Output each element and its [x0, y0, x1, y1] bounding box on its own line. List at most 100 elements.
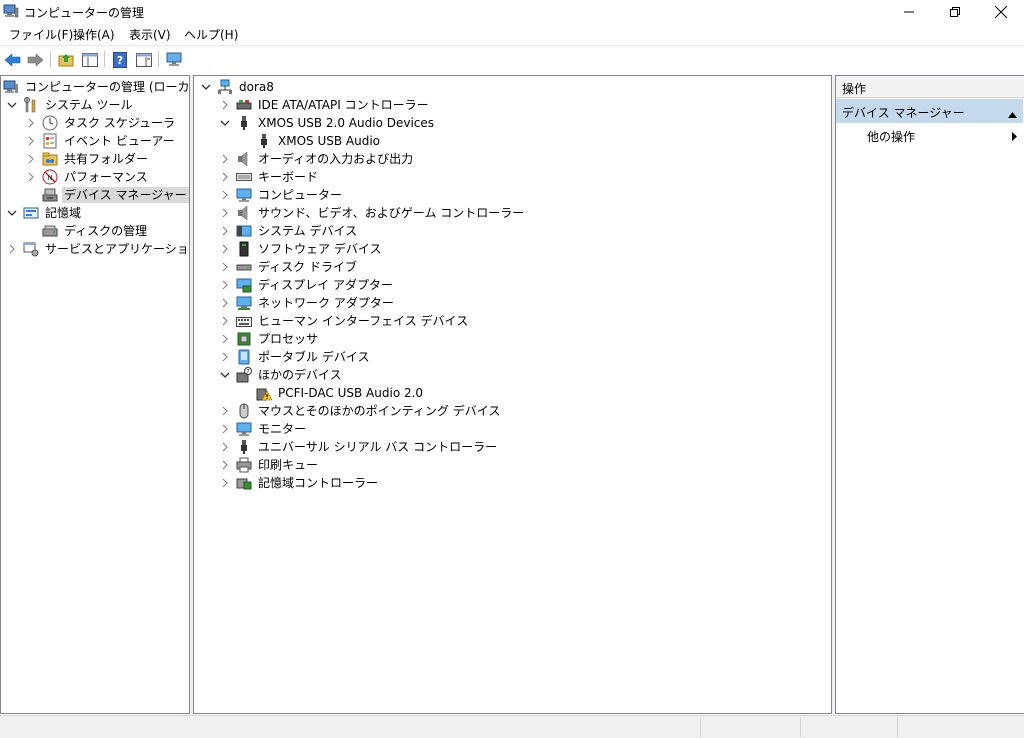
device-category[interactable]: ? ほかのデバイス — [219, 366, 344, 384]
chevron-down-icon[interactable] — [200, 81, 212, 93]
chevron-right-icon[interactable] — [219, 441, 231, 453]
chevron-right-icon[interactable] — [219, 333, 231, 345]
disk-drive-icon — [236, 259, 252, 275]
chevron-right-icon[interactable] — [219, 153, 231, 165]
chevron-right-icon[interactable] — [219, 99, 231, 111]
tree-item-computer-root[interactable]: dora8 — [200, 78, 276, 96]
chevron-right-icon[interactable] — [219, 477, 231, 489]
device-category[interactable]: IDE ATA/ATAPI コントローラー — [219, 96, 431, 114]
tree-item-event-viewer[interactable]: イベント ビューアー — [25, 132, 177, 150]
device-category[interactable]: ヒューマン インターフェイス デバイス — [219, 312, 470, 330]
usb-device-icon — [236, 439, 252, 455]
speaker-icon — [236, 205, 252, 221]
tree-label: PCFI-DAC USB Audio 2.0 — [278, 386, 424, 400]
portable-device-icon — [236, 349, 252, 365]
restore-button[interactable] — [932, 0, 978, 24]
tree-label: キーボード — [258, 170, 319, 184]
chevron-right-icon[interactable] — [25, 153, 37, 165]
chevron-down-icon[interactable] — [219, 369, 231, 381]
tree-item-device-manager[interactable]: デバイス マネージャー — [42, 186, 189, 204]
chevron-right-icon[interactable] — [6, 243, 18, 255]
tree-item-system-tools[interactable]: システム ツール — [6, 96, 134, 114]
chevron-right-icon[interactable] — [219, 459, 231, 471]
device-category[interactable]: ポータブル デバイス — [219, 348, 371, 366]
device-category[interactable]: モニター — [219, 420, 308, 438]
forward-icon[interactable] — [25, 50, 45, 69]
chevron-right-icon[interactable] — [219, 189, 231, 201]
device-category[interactable]: サウンド、ビデオ、およびゲーム コントローラー — [219, 204, 526, 222]
chevron-right-icon[interactable] — [219, 423, 231, 435]
tree-item-disk-management[interactable]: ディスクの管理 — [42, 222, 149, 240]
properties-icon[interactable] — [134, 50, 154, 69]
chevron-right-icon[interactable] — [219, 351, 231, 363]
device-category[interactable]: コンピューター — [219, 186, 344, 204]
chevron-right-icon[interactable] — [219, 225, 231, 237]
device-category[interactable]: XMOS USB 2.0 Audio Devices — [219, 114, 436, 132]
processor-icon — [236, 331, 252, 347]
chevron-right-icon[interactable] — [219, 171, 231, 183]
device-category[interactable]: ユニバーサル シリアル バス コントローラー — [219, 438, 499, 456]
monitor-icon — [236, 421, 252, 437]
monitor-icon[interactable] — [164, 50, 184, 69]
actions-item-more[interactable]: 他の操作 — [836, 125, 1023, 145]
chevron-right-icon[interactable] — [219, 405, 231, 417]
minimize-button[interactable] — [886, 0, 932, 24]
chevron-right-icon[interactable] — [25, 117, 37, 129]
usb-device-icon — [256, 133, 272, 149]
device-category[interactable]: キーボード — [219, 168, 320, 186]
tree-item-storage[interactable]: 記憶域 — [6, 204, 83, 222]
chevron-down-icon[interactable] — [219, 117, 231, 129]
tree-label: モニター — [258, 422, 307, 436]
chevron-down-icon[interactable] — [6, 207, 18, 219]
disk-management-icon — [42, 223, 58, 239]
computer-icon — [236, 187, 252, 203]
tree-label: 記憶域コントローラー — [258, 476, 379, 490]
device-category[interactable]: ソフトウェア デバイス — [219, 240, 383, 258]
chevron-down-icon[interactable] — [6, 99, 18, 111]
chevron-right-icon[interactable] — [25, 171, 37, 183]
tree-item-task-scheduler[interactable]: タスク スケジューラ — [25, 114, 177, 132]
services-icon — [23, 241, 39, 257]
collapse-up-icon[interactable] — [1008, 107, 1017, 121]
tree-label: ポータブル デバイス — [258, 350, 370, 364]
submenu-arrow-icon — [1012, 130, 1017, 144]
chevron-right-icon[interactable] — [25, 135, 37, 147]
device-item[interactable]: XMOS USB Audio — [256, 132, 382, 150]
device-category[interactable]: オーディオの入力および出力 — [219, 150, 415, 168]
device-category[interactable]: 記憶域コントローラー — [219, 474, 380, 492]
tree-item-shared-folders[interactable]: 共有フォルダー — [25, 150, 150, 168]
device-category[interactable]: ディスク ドライブ — [219, 258, 359, 276]
menu-file[interactable]: ファイル(F) — [9, 26, 73, 43]
help-icon[interactable]: ? — [110, 50, 130, 69]
chevron-right-icon[interactable] — [219, 207, 231, 219]
device-category[interactable]: ネットワーク アダプター — [219, 294, 396, 312]
device-category[interactable]: 印刷キュー — [219, 456, 320, 474]
shared-folder-icon — [42, 151, 58, 167]
device-category[interactable]: プロセッサ — [219, 330, 320, 348]
up-folder-icon[interactable] — [56, 50, 76, 69]
menu-view[interactable]: 表示(V) — [129, 26, 171, 43]
tree-item-performance[interactable]: N パフォーマンス — [25, 168, 150, 186]
close-button[interactable] — [978, 0, 1024, 24]
chevron-right-icon[interactable] — [219, 297, 231, 309]
device-category[interactable]: システム デバイス — [219, 222, 359, 240]
storage-controller-icon — [236, 475, 252, 491]
chevron-right-icon[interactable] — [219, 243, 231, 255]
back-icon[interactable] — [3, 50, 23, 69]
show-hide-tree-icon[interactable] — [80, 50, 100, 69]
actions-item-label: 他の操作 — [867, 130, 916, 144]
chevron-right-icon[interactable] — [219, 261, 231, 273]
chevron-right-icon[interactable] — [219, 279, 231, 291]
device-item[interactable]: PCFI-DAC USB Audio 2.0 — [256, 384, 425, 402]
tools-icon — [23, 97, 39, 113]
tree-item-services-apps[interactable]: サービスとアプリケーション — [6, 240, 203, 258]
menu-help[interactable]: ヘルプ(H) — [184, 26, 238, 43]
tree-label: 印刷キュー — [258, 458, 319, 472]
tree-item-root[interactable]: コンピューターの管理 (ローカル) — [3, 78, 208, 96]
chevron-right-icon[interactable] — [219, 315, 231, 327]
menu-action[interactable]: 操作(A) — [73, 26, 115, 43]
device-category[interactable]: マウスとそのほかのポインティング デバイス — [219, 402, 502, 420]
display-adapter-icon — [236, 277, 252, 293]
actions-section-device-manager[interactable]: デバイス マネージャー — [836, 99, 1023, 123]
device-category[interactable]: ディスプレイ アダプター — [219, 276, 395, 294]
